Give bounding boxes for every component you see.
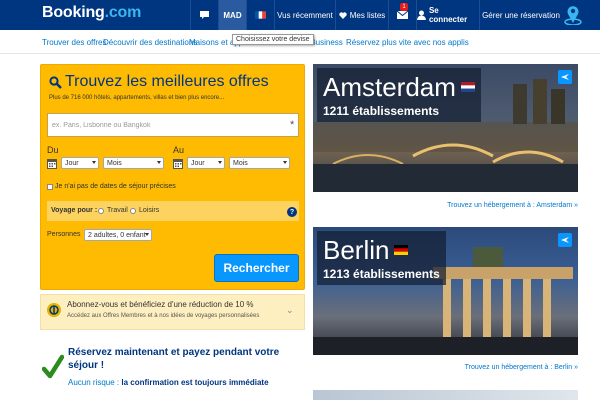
search-icon [49,75,62,89]
plane-icon [558,70,572,84]
search-box: Trouvez les meilleures offres Plus de 71… [40,64,305,290]
help-icon[interactable]: ? [287,207,297,217]
checkin-day-value: Jour [65,159,79,167]
checkmark-icon [42,354,64,379]
persons-value: 2 adultes, 0 enfant [88,231,146,239]
checkout-day-value: Jour [191,159,205,167]
city-card-berlin[interactable]: Berlin 1213 établissements [313,227,578,355]
currency-tooltip: Choisissez votre devise [232,34,314,45]
search-button[interactable]: Rechercher [214,254,299,282]
checkout-label: Au [173,145,185,155]
persons-label: Personnes [47,231,81,238]
amsterdam-link[interactable]: Trouvez un hébergement à : Amsterdam » [447,202,578,209]
location-pin-icon[interactable] [564,3,582,25]
persons-select[interactable]: 2 adultes, 0 enfant [84,229,152,241]
member-offer-banner[interactable]: Abonnez-vous et bénéficiez d'une réducti… [40,294,305,330]
language-button[interactable] [247,0,274,30]
top-bar: Booking.com MAD Vus récemment Mes listes… [0,0,600,30]
search-title: Trouvez les meilleures offres [49,73,269,91]
login-label: Se connecter [428,6,468,24]
berlin-name: Berlin [323,235,440,265]
amsterdam-label: Amsterdam 1211 établissements [317,68,481,122]
member-badge-icon [47,303,61,317]
checkout-month-value: Mois [233,159,248,167]
reserve-now-title: Réservez maintenant et payez pendant vot… [68,347,280,371]
city-card-amsterdam[interactable]: Amsterdam 1211 établissements [313,64,578,192]
manage-booking-link[interactable]: Gérer une réservation [480,0,562,30]
no-dates-label: Je n'ai pas de dates de séjour précises [55,183,176,190]
reserve-now-prefix: Aucun risque : [68,378,120,387]
inbox-button[interactable]: 1 [389,0,416,30]
chevron-down-icon [283,161,287,164]
amsterdam-name-text: Amsterdam [323,72,456,102]
chevron-down-icon [157,161,161,164]
logo-suffix: .com [104,4,142,21]
amsterdam-name: Amsterdam [323,72,475,102]
berlin-link[interactable]: Trouvez un hébergement à : Berlin » [465,364,578,371]
checkin-calendar-icon[interactable] [47,158,57,169]
my-lists-label: Mes listes [349,10,386,20]
subnav-destinations-link[interactable]: Découvrir des destinations [103,38,197,47]
netherlands-flag-icon [460,82,475,92]
recently-viewed-link[interactable]: Vus récemment [275,0,335,30]
berlin-label: Berlin 1213 établissements [317,231,446,285]
berlin-count: 1213 établissements [323,267,440,281]
checkout-calendar-icon[interactable] [173,158,183,169]
germany-flag-icon [394,245,409,255]
member-offer-title: Abonnez-vous et bénéficiez d'une réducti… [67,300,254,309]
chat-button[interactable] [191,0,218,30]
destination-input[interactable] [47,113,299,137]
no-dates-checkbox[interactable] [47,184,53,190]
subnav-apps-link[interactable]: Réservez plus vite avec nos applis [346,38,469,47]
user-icon [417,10,426,20]
travel-purpose-label: Voyage pour : [51,207,98,214]
purpose-leisure-radio[interactable] [130,208,136,214]
reserve-now-emphasis: la confirmation est toujours immédiate [121,378,269,387]
chevron-down-icon [92,161,96,164]
checkin-month-value: Mois [107,159,122,167]
berlin-name-text: Berlin [323,235,390,265]
logo-main: Booking [42,4,105,21]
required-mark: * [290,119,295,131]
amsterdam-count: 1211 établissements [323,104,440,118]
member-offer-subtitle: Accédez aux Offres Membres et à nos idée… [67,313,260,319]
french-flag-icon [255,11,266,19]
purpose-leisure-label: Loisirs [139,207,160,214]
search-subtitle: Plus de 716 000 hôtels, appartements, vi… [49,95,225,101]
chat-icon [200,11,209,19]
checkout-day-select[interactable]: Jour [187,157,225,169]
city-card-next[interactable] [313,390,578,400]
purpose-work-radio[interactable] [98,208,104,214]
currency-button[interactable]: MAD [219,0,246,30]
my-lists-link[interactable]: Mes listes [336,0,388,30]
login-link[interactable]: Se connecter [417,0,479,30]
chevron-down-icon [218,161,222,164]
search-title-text: Trouvez les meilleures offres [65,73,269,90]
subnav-deals-link[interactable]: Trouver des offres [42,38,106,47]
checkin-label: Du [47,145,59,155]
chevron-down-icon[interactable]: ⌄ [286,305,294,316]
reserve-now-subtitle: Aucun risque : la confirmation est toujo… [68,378,269,387]
heart-icon [339,11,347,19]
inbox-count-badge: 1 [400,3,408,11]
booking-logo[interactable]: Booking.com [42,4,141,22]
envelope-icon [397,11,408,19]
checkout-month-select[interactable]: Mois [229,157,290,169]
purpose-work-label: Travail [107,207,128,214]
checkin-month-select[interactable]: Mois [103,157,164,169]
chevron-down-icon [145,233,149,236]
plane-icon [558,233,572,247]
checkin-day-select[interactable]: Jour [61,157,99,169]
